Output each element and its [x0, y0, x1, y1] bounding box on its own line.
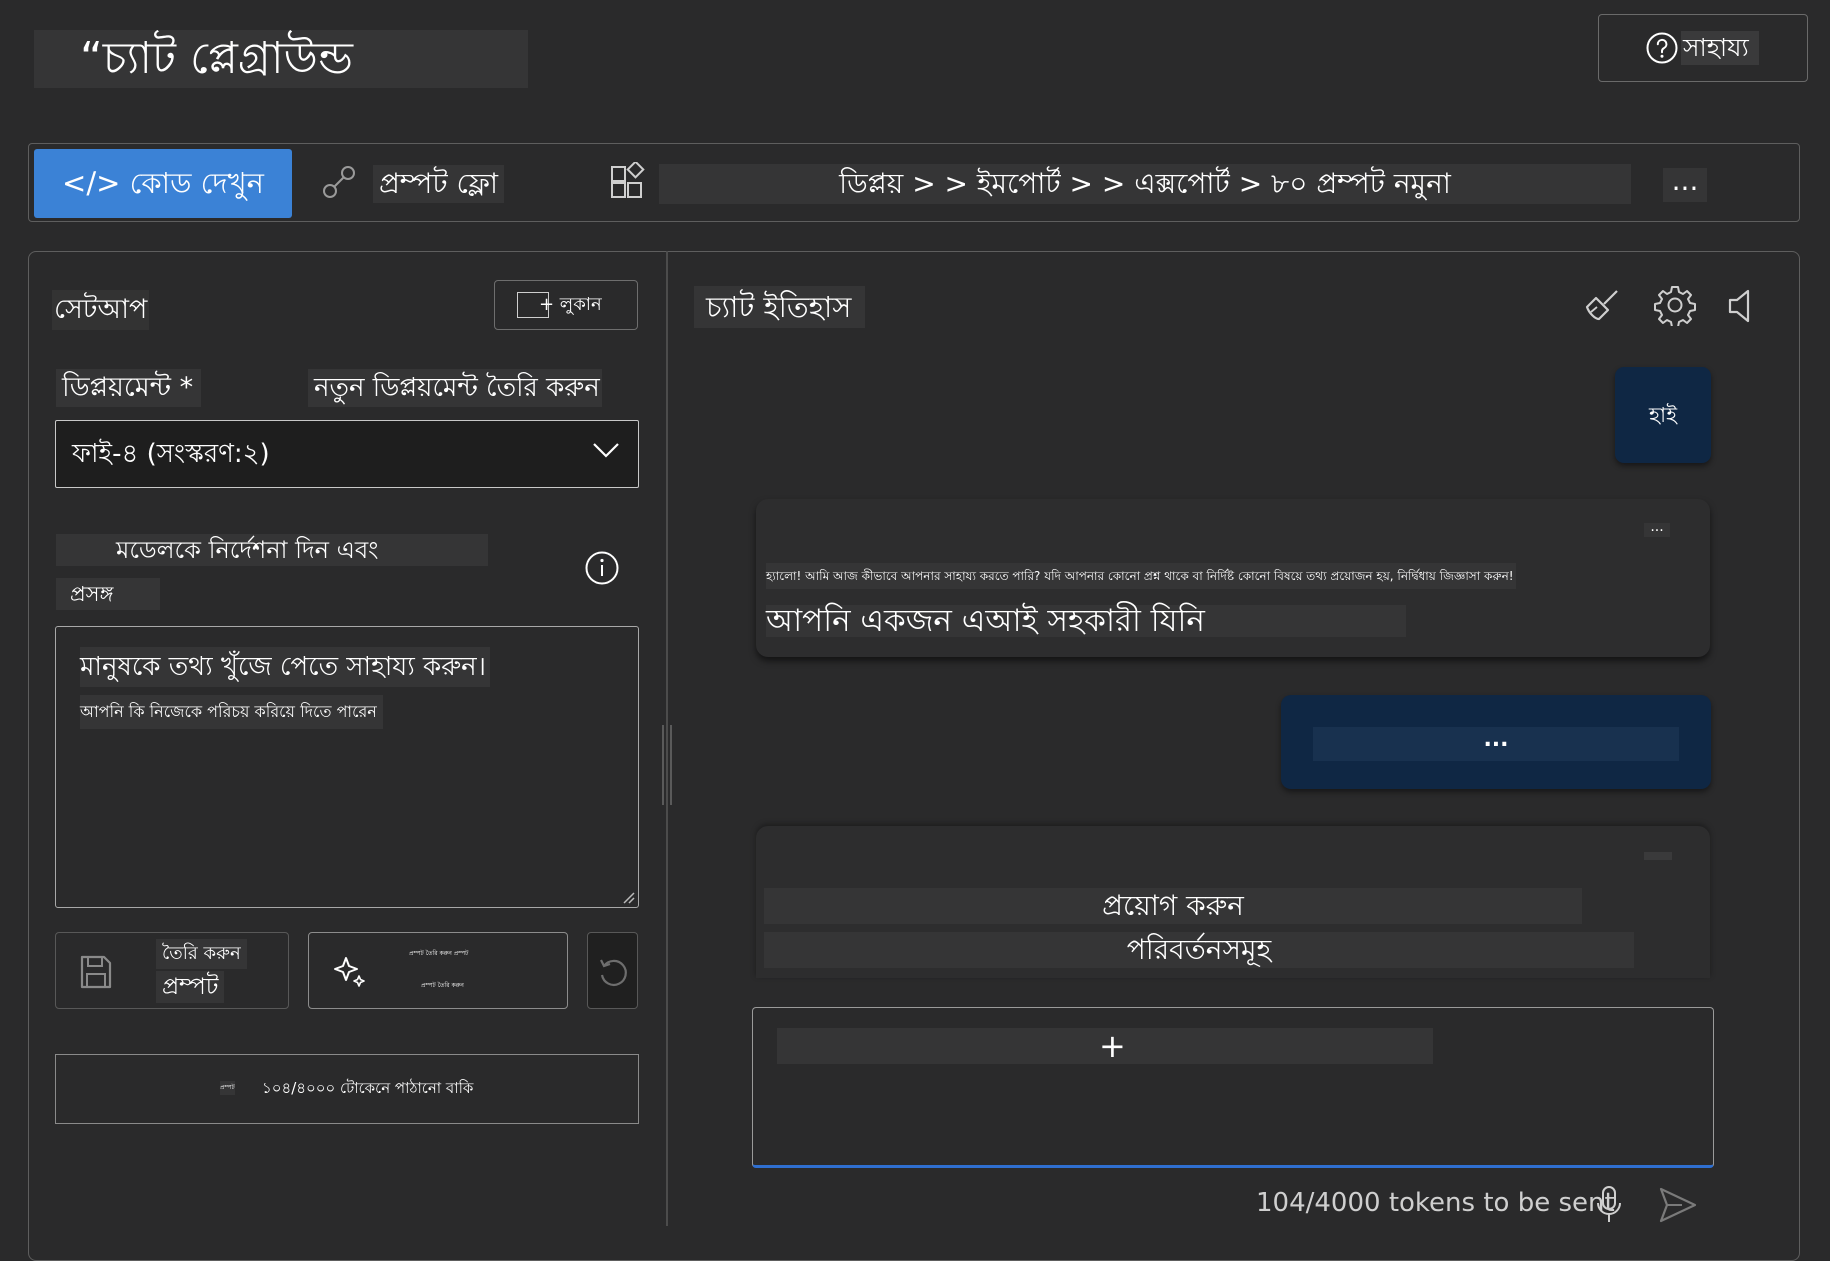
hide-button[interactable]: + লুকান	[494, 280, 638, 330]
toolbar: </> কোড দেখুন প্রম্পট ফ্লো ডিপ্লয় > > ই…	[28, 143, 1800, 222]
add-attachment-button[interactable]: +	[1099, 1028, 1126, 1064]
save-label-line-1: তৈরি করুন	[156, 939, 247, 969]
settings-icon[interactable]	[1654, 284, 1696, 326]
token-remaining-text: ১০৪/৪০০০ টোকেনে পাঠানো বাকি	[262, 1079, 474, 1097]
save-label-line-2: প্রম্পট	[156, 971, 225, 1003]
hide-label: + লুকান	[539, 294, 602, 315]
sparkle-icon	[333, 955, 367, 989]
resize-grip-icon[interactable]	[622, 891, 636, 905]
page-title: “চ্যাট প্লেগ্রাউন্ড	[34, 30, 528, 88]
chevron-down-icon	[592, 441, 620, 459]
generate-prompt-button[interactable]: প্রম্পট তৈরি করুন প্রম্পট প্রম্পট তৈরি ক…	[308, 932, 568, 1009]
user-message: হাই	[1615, 367, 1711, 463]
user-message-text: ...	[1483, 727, 1509, 752]
undo-icon	[596, 955, 630, 989]
message-more-button[interactable]	[1644, 852, 1672, 860]
send-icon[interactable]	[1658, 1186, 1698, 1224]
assistant-message-heading: আপনি একজন এআই সহকারী যিনি	[766, 605, 1406, 637]
deployment-select[interactable]: ফাই-৪ (সংস্করণ:২)	[55, 420, 639, 488]
info-icon[interactable]	[584, 550, 620, 586]
save-prompt-button[interactable]: তৈরি করুন প্রম্পট	[55, 932, 289, 1009]
deployment-value: ফাই-৪ (সংস্করণ:২)	[72, 439, 270, 469]
create-deployment-link[interactable]: নতুন ডিপ্লয়মেন্ট তৈরি করুন	[308, 369, 602, 407]
token-prefix: প্রম্পট	[220, 1081, 235, 1095]
context-label: প্রসঙ্গ	[56, 578, 160, 610]
apply-changes-line-2: পরিবর্তনসমূহ	[764, 932, 1634, 968]
more-options-button[interactable]: ...	[1663, 167, 1707, 202]
chat-history-title: চ্যাট ইতিহাস	[694, 286, 866, 328]
user-message-text: হাই	[1648, 403, 1678, 427]
system-message-line-1: মানুষকে তথ্য খুঁজে পেতে সাহায্য করুন।	[80, 647, 490, 687]
generate-label-line-1: প্রম্পট তৈরি করুন প্রম্পট	[409, 950, 469, 957]
apply-changes-line-1: প্রয়োগ করুন	[764, 888, 1582, 924]
apps-icon[interactable]	[609, 162, 645, 202]
prompt-flow-icon	[321, 164, 357, 200]
assistant-message: প্রয়োগ করুন পরিবর্তনসমূহ	[756, 826, 1710, 978]
prompt-flow-button[interactable]: প্রম্পট ফ্লো	[373, 165, 505, 203]
generate-label-line-2: প্রম্পট তৈরি করুন	[421, 982, 464, 989]
assistant-message: ... হ্যালো! আমি আজ কীভাবে আপনার সাহায্য …	[756, 499, 1710, 657]
token-summary: প্রম্পট ১০৪/৪০০০ টোকেনে পাঠানো বাকি	[55, 1054, 639, 1124]
view-code-button[interactable]: </> কোড দেখুন	[34, 149, 292, 218]
clear-chat-icon[interactable]	[1582, 286, 1622, 326]
system-message-line-2: আপনি কি নিজেকে পরিচয় করিয়ে দিতে পারেন	[80, 695, 383, 729]
deployment-label: ডিপ্লয়মেন্ট *	[56, 369, 202, 407]
resize-handle[interactable]	[662, 725, 672, 805]
breadcrumb[interactable]: ডিপ্লয় > > ইমপোর্ট > > এক্সপোর্ট > ৮০ প…	[659, 164, 1631, 204]
chat-input[interactable]: +	[752, 1007, 1714, 1168]
reset-button[interactable]	[587, 932, 638, 1009]
save-icon	[78, 953, 114, 991]
help-button[interactable]: সাহায্য	[1598, 14, 1808, 82]
help-icon	[1645, 31, 1679, 65]
setup-title: সেটআপ	[52, 290, 150, 330]
assistant-message-text: হ্যালো! আমি আজ কীভাবে আপনার সাহায্য করতে…	[766, 563, 1516, 589]
speaker-icon[interactable]	[1726, 286, 1756, 326]
user-message: ...	[1281, 695, 1711, 789]
instructions-label: মডেলকে নির্দেশনা দিন এবং	[56, 534, 488, 566]
microphone-icon[interactable]	[1594, 1184, 1624, 1224]
help-label: সাহায্য	[1681, 31, 1759, 65]
token-count: 104/4000 tokens to be sent	[1256, 1188, 1615, 1218]
system-message-textarea[interactable]: মানুষকে তথ্য খুঁজে পেতে সাহায্য করুন। আপ…	[55, 626, 639, 908]
message-more-button[interactable]: ...	[1644, 520, 1670, 537]
